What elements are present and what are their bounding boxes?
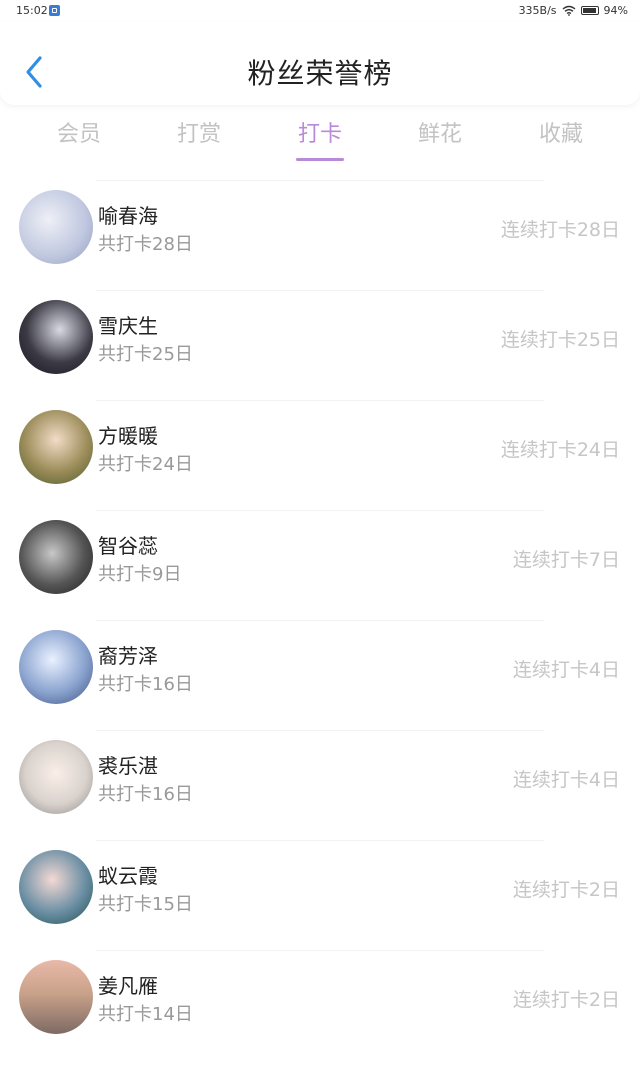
streak-checkin: 连续打卡24日 <box>500 439 620 461</box>
list-item[interactable]: 蚁云霞 共打卡15日 连续打卡2日 <box>0 840 640 950</box>
status-bar: 15:02 335B/s 94% <box>0 0 640 22</box>
list-item[interactable]: 裔芳泽 共打卡16日 连续打卡4日 <box>0 620 640 730</box>
user-name: 蚁云霞 <box>98 864 158 888</box>
tab-bar: 会员 打赏 打卡 鲜花 收藏 <box>0 110 640 166</box>
tab-members[interactable]: 会员 <box>19 116 139 148</box>
streak-checkin: 连续打卡2日 <box>512 879 620 901</box>
total-checkin: 共打卡28日 <box>98 234 193 255</box>
user-name: 智谷蕊 <box>98 534 158 558</box>
avatar <box>19 850 93 924</box>
list-item[interactable]: 姜凡雁 共打卡14日 连续打卡2日 <box>0 950 640 1060</box>
avatar <box>19 740 93 814</box>
list-item[interactable]: 雪庆生 共打卡25日 连续打卡25日 <box>0 290 640 400</box>
total-checkin: 共打卡16日 <box>98 784 193 805</box>
divider <box>96 950 544 951</box>
network-speed: 335B/s <box>518 4 557 17</box>
divider <box>96 840 544 841</box>
battery-icon <box>580 6 599 15</box>
user-name: 方暖暖 <box>98 424 158 448</box>
streak-checkin: 连续打卡7日 <box>512 549 620 571</box>
total-checkin: 共打卡24日 <box>98 454 193 475</box>
user-name: 雪庆生 <box>98 314 158 338</box>
streak-checkin: 连续打卡28日 <box>500 219 620 241</box>
ranking-list: 喻春海 共打卡28日 连续打卡28日 雪庆生 共打卡25日 连续打卡25日 方暖… <box>0 180 640 1060</box>
avatar <box>19 960 93 1034</box>
list-item[interactable]: 裘乐湛 共打卡16日 连续打卡4日 <box>0 730 640 840</box>
divider <box>96 620 544 621</box>
streak-checkin: 连续打卡2日 <box>512 989 620 1011</box>
list-item[interactable]: 喻春海 共打卡28日 连续打卡28日 <box>0 180 640 290</box>
divider <box>96 290 544 291</box>
tab-flowers[interactable]: 鲜花 <box>380 116 500 148</box>
user-name: 裘乐湛 <box>98 754 158 778</box>
streak-checkin: 连续打卡25日 <box>500 329 620 351</box>
total-checkin: 共打卡25日 <box>98 344 193 365</box>
header: 粉丝荣誉榜 <box>0 22 640 105</box>
total-checkin: 共打卡15日 <box>98 894 193 915</box>
user-name: 喻春海 <box>98 204 158 228</box>
page-title: 粉丝荣誉榜 <box>247 57 393 90</box>
tab-favorites[interactable]: 收藏 <box>501 116 621 148</box>
battery-percent: 94% <box>603 4 628 17</box>
total-checkin: 共打卡14日 <box>98 1004 193 1025</box>
avatar <box>19 300 93 374</box>
status-indicators: 335B/s 94% <box>519 4 628 17</box>
total-checkin: 共打卡9日 <box>98 564 182 585</box>
user-name: 裔芳泽 <box>98 644 158 668</box>
streak-checkin: 连续打卡4日 <box>512 769 620 791</box>
tab-active-indicator <box>296 158 344 161</box>
divider <box>96 400 544 401</box>
total-checkin: 共打卡16日 <box>98 674 193 695</box>
tab-rewards[interactable]: 打赏 <box>139 116 259 148</box>
divider <box>96 180 544 181</box>
tab-checkin[interactable]: 打卡 <box>260 116 380 148</box>
divider <box>96 510 544 511</box>
divider <box>96 730 544 731</box>
list-item[interactable]: 智谷蕊 共打卡9日 连续打卡7日 <box>0 510 640 620</box>
status-time: 15:02 <box>16 4 48 17</box>
list-item[interactable]: 方暖暖 共打卡24日 连续打卡24日 <box>0 400 640 510</box>
user-name: 姜凡雁 <box>98 974 158 998</box>
streak-checkin: 连续打卡4日 <box>512 659 620 681</box>
avatar <box>19 410 93 484</box>
avatar <box>19 190 93 264</box>
wifi-icon <box>562 5 575 16</box>
avatar <box>19 630 93 704</box>
app-notification-icon <box>49 5 60 16</box>
avatar <box>19 520 93 594</box>
